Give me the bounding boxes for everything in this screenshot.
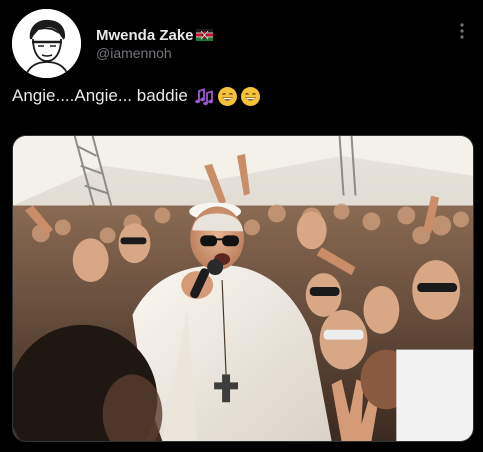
- crowd-photo: [13, 136, 473, 441]
- author-avatar[interactable]: [12, 9, 81, 78]
- author-display-name[interactable]: Mwenda Zake: [96, 27, 194, 44]
- tweet-text-row: Angie....Angie... baddie: [12, 85, 261, 107]
- kenya-flag-icon: [195, 29, 213, 41]
- author-handle[interactable]: @iamennoh: [96, 45, 172, 61]
- musical-notes-icon: [194, 86, 215, 107]
- grinning-face-icon: [217, 86, 238, 107]
- sketch-avatar-icon: [12, 9, 81, 78]
- author-name-row[interactable]: Mwenda Zake: [96, 26, 213, 44]
- tweet-text: Angie....Angie... baddie: [12, 86, 188, 105]
- more-options-button[interactable]: [452, 20, 472, 42]
- grinning-face-icon: [240, 86, 261, 107]
- tweet-card: Mwenda Zake @iamennoh Angie....Angie... …: [0, 0, 483, 452]
- more-vertical-icon: [460, 23, 464, 39]
- tweet-media-photo[interactable]: [12, 135, 474, 442]
